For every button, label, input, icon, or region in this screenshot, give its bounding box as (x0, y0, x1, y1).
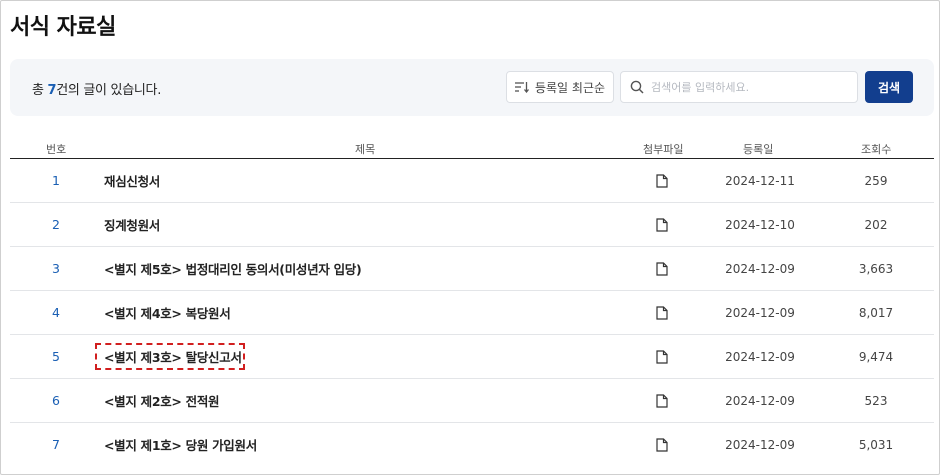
row-number: 4 (52, 305, 60, 320)
search-input[interactable] (651, 80, 851, 94)
post-count: 총 7건의 글이 있습니다. (32, 79, 161, 98)
document-icon[interactable] (656, 261, 668, 276)
row-number: 5 (52, 349, 60, 364)
document-icon[interactable] (656, 173, 668, 188)
header-date: 등록일 (743, 143, 774, 156)
row-number: 1 (52, 173, 60, 188)
row-views: 9,474 (858, 349, 894, 364)
row-title-link[interactable]: <별지 제4호> 복당원서 (104, 291, 231, 334)
row-title-link[interactable]: <별지 제2호> 전적원 (104, 379, 220, 422)
row-views: 523 (864, 393, 888, 408)
magnifier-icon (630, 80, 644, 94)
table-row[interactable]: 4 <별지 제4호> 복당원서 2024-12-09 8,017 (10, 291, 934, 335)
sort-button[interactable]: 등록일 최근순 (506, 71, 614, 103)
row-title-link[interactable]: <별지 제1호> 당원 가입원서 (104, 423, 257, 466)
row-date: 2024-12-11 (725, 173, 795, 188)
table-row[interactable]: 3 <별지 제5호> 법정대리인 동의서(미성년자 입당) 2024-12-09… (10, 247, 934, 291)
row-date: 2024-12-09 (725, 349, 795, 364)
header-attachment: 첨부파일 (643, 143, 684, 156)
attachment-cell[interactable] (650, 247, 674, 290)
row-views: 202 (864, 217, 888, 232)
row-title-link[interactable]: 징계청원서 (104, 203, 160, 246)
row-number: 7 (52, 437, 60, 452)
row-views: 3,663 (858, 261, 894, 276)
attachment-cell[interactable] (650, 203, 674, 246)
document-icon[interactable] (656, 349, 668, 364)
row-date: 2024-12-10 (725, 217, 795, 232)
attachment-cell[interactable] (650, 423, 674, 466)
page-title: 서식 자료실 (10, 15, 116, 40)
document-icon[interactable] (656, 437, 668, 452)
row-views: 8,017 (858, 305, 894, 320)
row-number: 3 (52, 261, 60, 276)
table-row[interactable]: 5 <별지 제3호> 탈당신고서 2024-12-09 9,474 (10, 335, 934, 379)
attachment-cell[interactable] (650, 379, 674, 422)
row-number: 2 (52, 217, 60, 232)
post-count-prefix: 총 (32, 83, 48, 98)
header-title: 제목 (355, 143, 376, 156)
document-icon[interactable] (656, 217, 668, 232)
header-views: 조회수 (861, 143, 892, 156)
attachment-cell[interactable] (650, 291, 674, 334)
row-views: 5,031 (858, 437, 894, 452)
post-count-suffix: 건의 글이 있습니다. (56, 83, 162, 98)
search-button[interactable]: 검색 (865, 71, 913, 103)
row-title-link[interactable]: <별지 제5호> 법정대리인 동의서(미성년자 입당) (104, 247, 362, 290)
table-row[interactable]: 2 징계청원서 2024-12-10 202 (10, 203, 934, 247)
list-toolbar: 총 7건의 글이 있습니다. 등록일 최근순 검색 (10, 59, 934, 116)
row-date: 2024-12-09 (725, 305, 795, 320)
table-row[interactable]: 7 <별지 제1호> 당원 가입원서 2024-12-09 5,031 (10, 423, 934, 467)
table-header: 번호 제목 첨부파일 등록일 조회수 (10, 137, 934, 159)
search-box[interactable] (620, 71, 858, 103)
document-icon[interactable] (656, 393, 668, 408)
header-no: 번호 (46, 143, 67, 156)
post-table: 번호 제목 첨부파일 등록일 조회수 1 재심신청서 2024-12-11 25… (10, 137, 934, 467)
row-date: 2024-12-09 (725, 437, 795, 452)
sort-button-label: 등록일 최근순 (534, 80, 606, 95)
row-title-link[interactable]: 재심신청서 (104, 159, 160, 202)
row-title-link[interactable]: <별지 제3호> 탈당신고서 (104, 335, 242, 378)
row-date: 2024-12-09 (725, 261, 795, 276)
document-icon[interactable] (656, 305, 668, 320)
row-number: 6 (52, 393, 60, 408)
attachment-cell[interactable] (650, 159, 674, 202)
table-row[interactable]: 1 재심신청서 2024-12-11 259 (10, 159, 934, 203)
sort-lines-icon (514, 82, 529, 93)
board-frame: 서식 자료실 총 7건의 글이 있습니다. 등록일 최근순 검색어를 입력하세요… (0, 0, 940, 475)
attachment-cell[interactable] (650, 335, 674, 378)
row-date: 2024-12-09 (725, 393, 795, 408)
row-views: 259 (864, 173, 888, 188)
table-row[interactable]: 6 <별지 제2호> 전적원 2024-12-09 523 (10, 379, 934, 423)
post-count-value: 7 (47, 83, 57, 98)
